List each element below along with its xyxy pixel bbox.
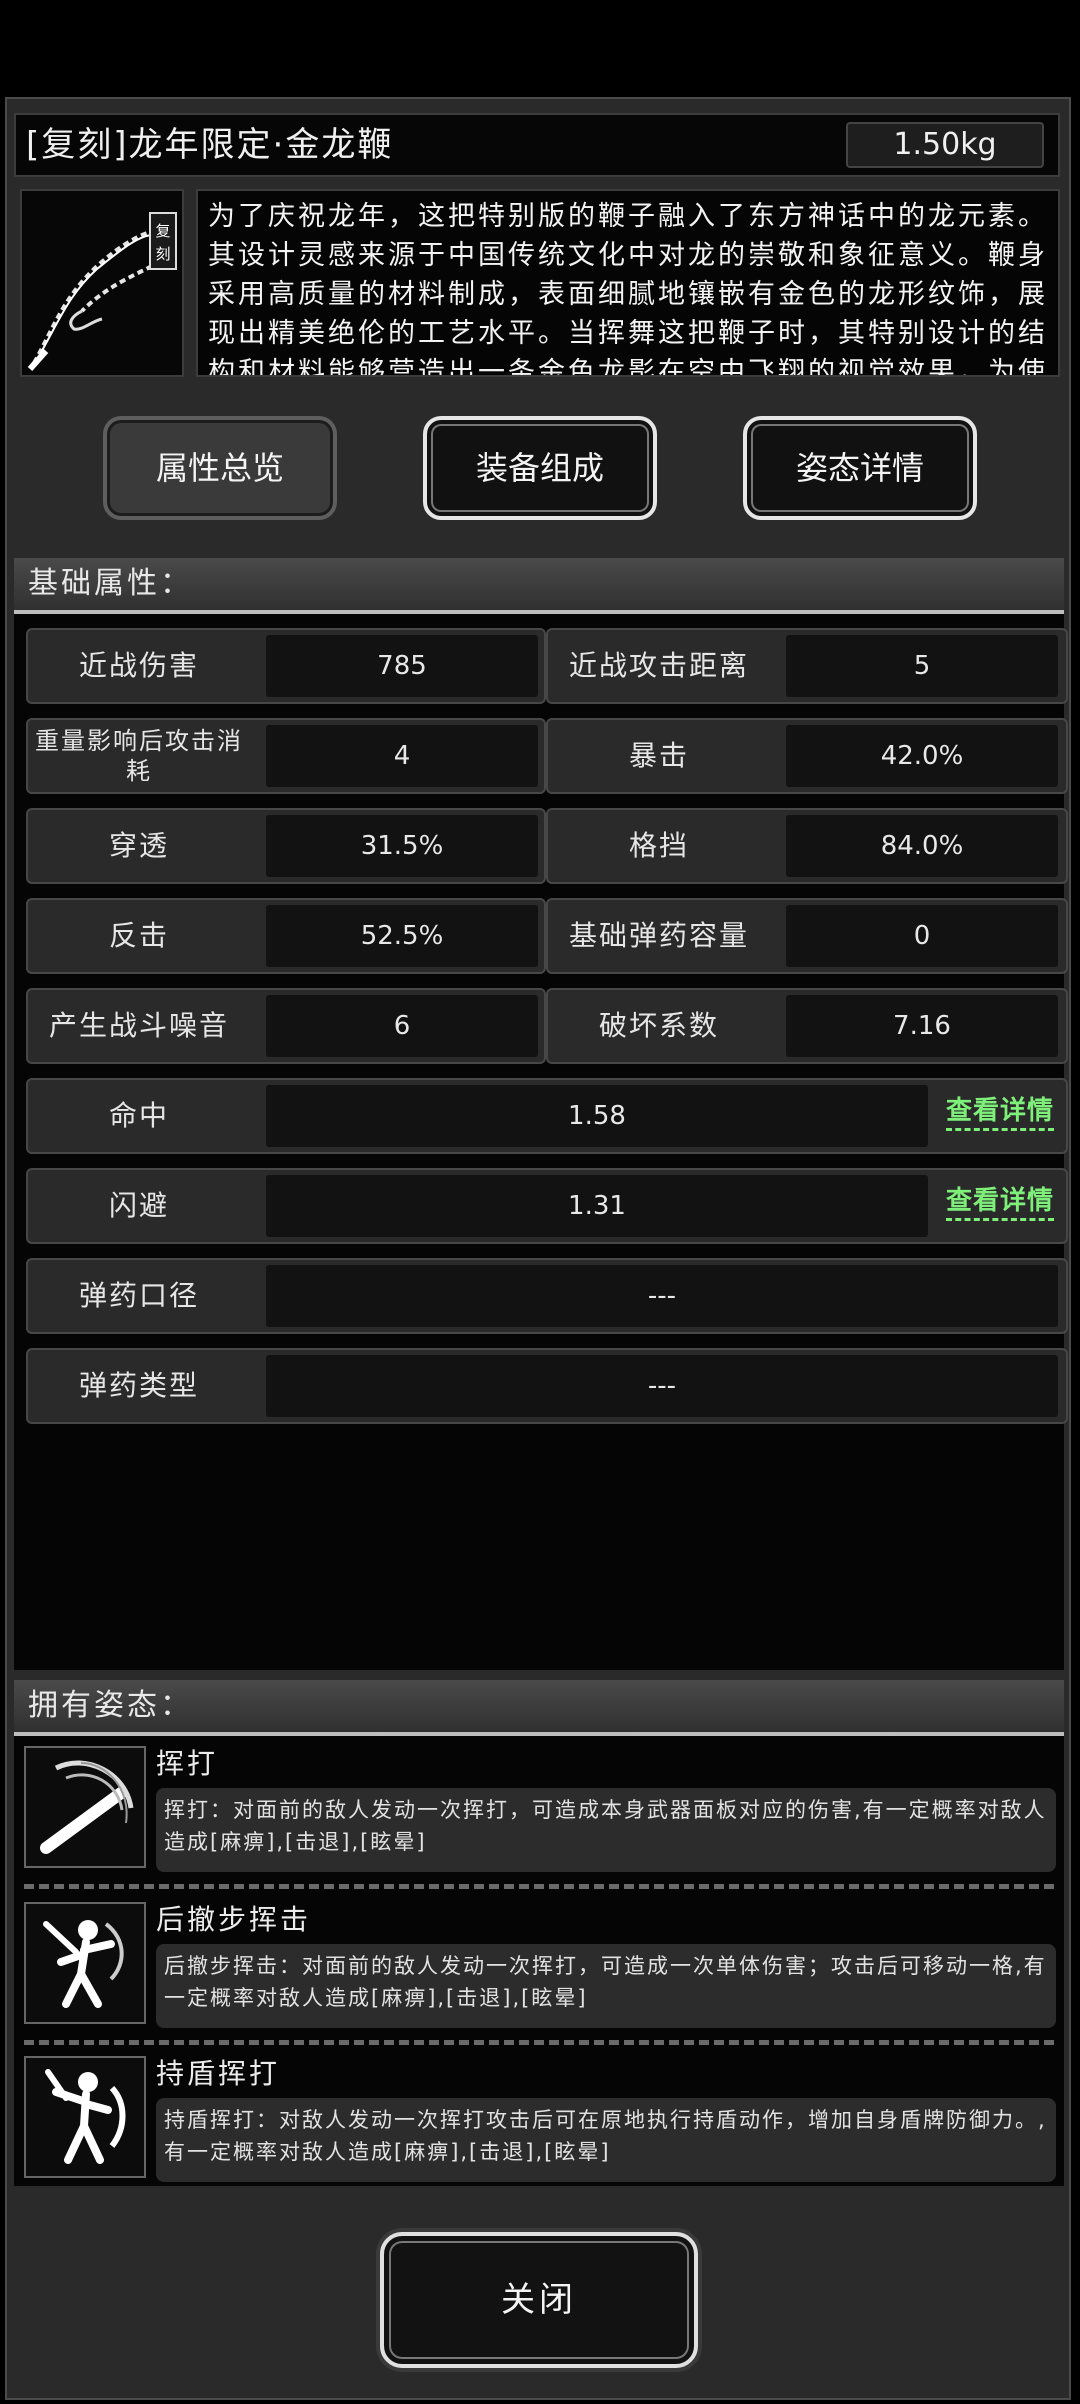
shield-strike-icon bbox=[24, 2056, 146, 2178]
attr-value: 4 bbox=[266, 725, 538, 787]
attr-counter: 反击 52.5% bbox=[26, 898, 546, 974]
attr-label: 产生战斗噪音 bbox=[48, 1009, 229, 1042]
close-button[interactable]: 关闭 bbox=[380, 2232, 698, 2368]
attr-block: 格挡 84.0% bbox=[546, 808, 1068, 884]
stance-name: 挥打 bbox=[156, 1747, 219, 1780]
stance-description: 挥打：对面前的敌人发动一次挥打，可造成本身武器面板对应的伤害,有一定概率对敌人造… bbox=[156, 1788, 1056, 1872]
item-weight: 1.50kg bbox=[846, 122, 1044, 168]
stance-name: 持盾挥打 bbox=[156, 2057, 281, 2090]
attr-value: 785 bbox=[266, 635, 538, 697]
attr-label: 近战伤害 bbox=[78, 649, 199, 682]
tab-attribute-overview[interactable]: 属性总览 bbox=[103, 416, 337, 520]
attr-critical: 暴击 42.0% bbox=[546, 718, 1068, 794]
attr-value: 31.5% bbox=[266, 815, 538, 877]
accuracy-view-details-link[interactable]: 查看详情 bbox=[945, 1094, 1054, 1131]
attr-value: 0 bbox=[786, 905, 1058, 967]
attr-ammo-caliber: 弹药口径 --- bbox=[26, 1258, 1068, 1334]
attr-value: 42.0% bbox=[786, 725, 1058, 787]
attr-value: --- bbox=[266, 1265, 1058, 1327]
stance-item[interactable]: 持盾挥打 持盾挥打：对敌人发动一次挥打攻击后可在原地执行持盾动作，增加自身盾牌防… bbox=[14, 2048, 1064, 2192]
attr-value: 1.58 bbox=[266, 1085, 928, 1147]
attr-value: 5 bbox=[786, 635, 1058, 697]
attr-label: 穿透 bbox=[108, 829, 169, 862]
item-title: [复刻]龙年限定·金龙鞭 bbox=[26, 125, 394, 165]
attr-evasion: 闪避 1.31 查看详情 bbox=[26, 1168, 1068, 1244]
attr-label: 闪避 bbox=[108, 1189, 169, 1222]
item-description: 为了庆祝龙年，这把特别版的鞭子融入了东方神话中的龙元素。其设计灵感来源于中国传统… bbox=[208, 201, 1048, 377]
attr-label: 重量影响后攻击消耗 bbox=[35, 727, 243, 785]
stance-description: 持盾挥打：对敌人发动一次挥打攻击后可在原地执行持盾动作，增加自身盾牌防御力。,有… bbox=[156, 2098, 1056, 2182]
basic-attrs-header: 基础属性： bbox=[14, 558, 1064, 614]
attr-value: 7.16 bbox=[786, 995, 1058, 1057]
attr-label: 近战攻击距离 bbox=[568, 649, 749, 682]
stance-item[interactable]: 后撤步挥击 后撤步挥击：对面前的敌人发动一次挥打，可造成一次单体伤害；攻击后可移… bbox=[14, 1894, 1064, 2038]
image-badge-bottom: 刻 bbox=[155, 245, 170, 263]
basic-attrs-area[interactable]: 近战伤害 785 近战攻击距离 5 重量影响后攻击消耗 4 暴击 42.0% 穿… bbox=[14, 614, 1068, 1670]
status-bar bbox=[0, 0, 1080, 97]
attr-melee-range: 近战攻击距离 5 bbox=[546, 628, 1068, 704]
attr-label: 破坏系数 bbox=[598, 1009, 719, 1042]
attr-label: 弹药口径 bbox=[78, 1279, 199, 1312]
attr-label: 基础弹药容量 bbox=[568, 919, 749, 952]
stances-list[interactable]: 挥打 挥打：对面前的敌人发动一次挥打，可造成本身武器面板对应的伤害,有一定概率对… bbox=[14, 1736, 1064, 2186]
stance-divider bbox=[24, 1884, 1054, 1889]
attr-label: 反击 bbox=[108, 919, 169, 952]
attr-ammo-type: 弹药类型 --- bbox=[26, 1348, 1068, 1424]
attr-accuracy: 命中 1.58 查看详情 bbox=[26, 1078, 1068, 1154]
stances-header: 拥有姿态： bbox=[14, 1680, 1064, 1736]
tab-equipment-composition[interactable]: 装备组成 bbox=[423, 416, 657, 520]
evasion-view-details-link[interactable]: 查看详情 bbox=[945, 1184, 1054, 1221]
attr-ammo-capacity: 基础弹药容量 0 bbox=[546, 898, 1068, 974]
attr-value: 1.31 bbox=[266, 1175, 928, 1237]
attr-label: 弹药类型 bbox=[78, 1369, 199, 1402]
stance-description: 后撤步挥击：对面前的敌人发动一次挥打，可造成一次单体伤害；攻击后可移动一格,有一… bbox=[156, 1944, 1056, 2028]
attr-value: 52.5% bbox=[266, 905, 538, 967]
attr-weight-attack-cost: 重量影响后攻击消耗 4 bbox=[26, 718, 546, 794]
stance-divider bbox=[24, 2040, 1054, 2045]
item-title-bar: [复刻]龙年限定·金龙鞭 1.50kg bbox=[14, 113, 1060, 177]
swing-strike-icon bbox=[24, 1746, 146, 1868]
tab-stance-details[interactable]: 姿态详情 bbox=[743, 416, 977, 520]
backstep-strike-icon bbox=[24, 1902, 146, 2024]
tab-row: 属性总览 装备组成 姿态详情 bbox=[0, 400, 1080, 550]
attr-label: 暴击 bbox=[628, 739, 689, 772]
attr-melee-damage: 近战伤害 785 bbox=[26, 628, 546, 704]
attr-value: --- bbox=[266, 1355, 1058, 1417]
attr-penetration: 穿透 31.5% bbox=[26, 808, 546, 884]
attr-value: 84.0% bbox=[786, 815, 1058, 877]
stance-item[interactable]: 挥打 挥打：对面前的敌人发动一次挥打，可造成本身武器面板对应的伤害,有一定概率对… bbox=[14, 1738, 1064, 1882]
attr-label: 命中 bbox=[108, 1099, 169, 1132]
image-badge-top: 复 bbox=[155, 222, 170, 240]
attr-label: 格挡 bbox=[628, 829, 689, 862]
stance-name: 后撤步挥击 bbox=[156, 1903, 312, 1936]
attr-combat-noise: 产生战斗噪音 6 bbox=[26, 988, 546, 1064]
item-description-box[interactable]: 为了庆祝龙年，这把特别版的鞭子融入了东方神话中的龙元素。其设计灵感来源于中国传统… bbox=[196, 189, 1060, 377]
attr-destruction-factor: 破坏系数 7.16 bbox=[546, 988, 1068, 1064]
item-image: 复 刻 bbox=[20, 189, 184, 377]
golden-dragon-whip-icon: 复 刻 bbox=[27, 212, 177, 371]
attr-value: 6 bbox=[266, 995, 538, 1057]
